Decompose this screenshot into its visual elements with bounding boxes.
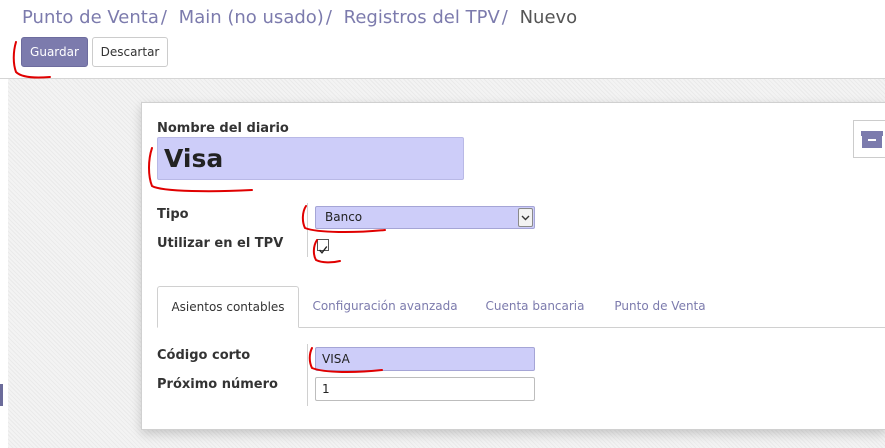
breadcrumb-separator: / bbox=[160, 7, 167, 28]
field-divider bbox=[307, 344, 308, 406]
type-select-value: Banco bbox=[325, 210, 363, 224]
archive-icon bbox=[861, 131, 883, 148]
breadcrumb-separator: / bbox=[501, 7, 508, 28]
tab-journal-entries[interactable]: Asientos contables bbox=[157, 286, 299, 328]
breadcrumb-separator: / bbox=[325, 7, 332, 28]
notebook-tabs: Asientos contables Configuración avanzad… bbox=[157, 286, 885, 328]
breadcrumb-item-pos[interactable]: Punto de Venta bbox=[22, 7, 159, 28]
field-divider bbox=[307, 203, 308, 257]
form-sheet: Nombre del diario Visa Tipo Banco Utiliz… bbox=[141, 102, 885, 430]
pos-label: Utilizar en el TPV bbox=[157, 236, 284, 251]
save-button[interactable]: Guardar bbox=[21, 37, 88, 67]
tab-bank-account[interactable]: Cuenta bancaria bbox=[475, 286, 595, 327]
sheet-bottom-border bbox=[141, 429, 885, 430]
name-label: Nombre del diario bbox=[157, 121, 289, 136]
short-code-label: Código corto bbox=[157, 348, 251, 363]
tab-point-of-sale[interactable]: Punto de Venta bbox=[605, 286, 715, 327]
next-number-input[interactable]: 1 bbox=[315, 377, 535, 401]
journal-name-input[interactable]: Visa bbox=[157, 137, 464, 180]
breadcrumb-item-main[interactable]: Main (no usado) bbox=[179, 7, 324, 28]
breadcrumb-item-registers[interactable]: Registros del TPV bbox=[344, 7, 500, 28]
chevron-down-icon bbox=[518, 208, 533, 227]
type-label: Tipo bbox=[157, 207, 189, 222]
tab-advanced-settings[interactable]: Configuración avanzada bbox=[302, 286, 468, 327]
next-number-label: Próximo número bbox=[157, 377, 278, 392]
checkmark-icon bbox=[318, 246, 328, 254]
control-panel: Punto de Venta / Main (no usado) / Registr… bbox=[0, 0, 885, 79]
breadcrumb-current: Nuevo bbox=[519, 7, 578, 28]
use-in-pos-checkbox[interactable] bbox=[317, 239, 329, 254]
breadcrumb: Punto de Venta / Main (no usado) / Registr… bbox=[22, 7, 577, 28]
type-select[interactable]: Banco bbox=[315, 206, 535, 229]
discard-button[interactable]: Descartar bbox=[92, 37, 168, 67]
archive-button[interactable] bbox=[853, 120, 885, 158]
short-code-input[interactable]: VISA bbox=[315, 347, 535, 371]
left-edge-bottom bbox=[0, 384, 3, 406]
